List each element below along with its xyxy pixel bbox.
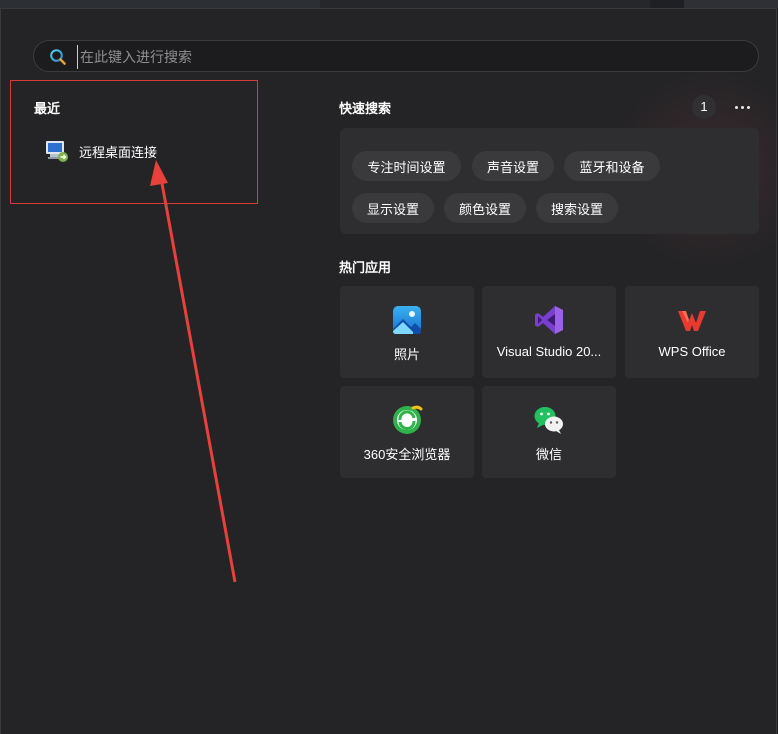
app-tile-label: Visual Studio 20... — [496, 344, 602, 359]
chip-focus-settings[interactable]: 专注时间设置 — [352, 151, 461, 181]
more-options-button[interactable] — [729, 95, 755, 119]
360-browser-icon — [393, 405, 423, 434]
photos-icon — [393, 306, 421, 334]
search-icon — [50, 49, 66, 65]
app-tile-photos[interactable]: 照片 — [340, 286, 474, 378]
search-box[interactable] — [33, 40, 759, 72]
app-tile-label: 照片 — [393, 347, 420, 362]
chip-search-settings[interactable]: 搜索设置 — [536, 193, 618, 223]
app-tile-360-browser[interactable]: 360安全浏览器 — [340, 386, 474, 478]
app-tile-wechat[interactable]: 微信 — [482, 386, 616, 478]
quick-search-count-badge: 1 — [692, 95, 716, 119]
quick-search-card: 专注时间设置 声音设置 蓝牙和设备 显示设置 颜色设置 搜索设置 — [340, 128, 759, 234]
search-input[interactable] — [77, 45, 742, 69]
chip-bluetooth-devices[interactable]: 蓝牙和设备 — [564, 151, 660, 181]
wps-office-icon — [678, 311, 706, 331]
app-tile-visual-studio[interactable]: Visual Studio 20... — [482, 286, 616, 378]
app-tile-label: WPS Office — [658, 344, 726, 359]
chip-display-settings[interactable]: 显示设置 — [352, 193, 434, 223]
quick-search-title: 快速搜索 — [339, 101, 392, 116]
top-apps-title: 热门应用 — [339, 260, 392, 275]
app-tile-wps-office[interactable]: WPS Office — [625, 286, 759, 378]
app-tile-label: 360安全浏览器 — [363, 447, 451, 462]
app-tile-label: 微信 — [535, 447, 562, 462]
visual-studio-icon — [535, 306, 563, 334]
chip-color-settings[interactable]: 颜色设置 — [444, 193, 526, 223]
annotation-highlight-box — [10, 80, 258, 204]
chip-sound-settings[interactable]: 声音设置 — [472, 151, 554, 181]
background-strip — [0, 0, 778, 8]
wechat-icon — [534, 407, 563, 434]
